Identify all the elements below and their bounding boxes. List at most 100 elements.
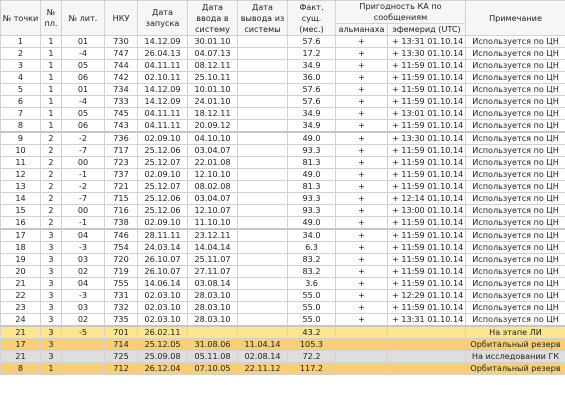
cell-point-no: 7 bbox=[0, 107, 41, 120]
cell-almanac: + bbox=[335, 47, 388, 60]
cell-removal-date: 11.04.14 bbox=[237, 338, 288, 351]
table-body: 1 1 01 730 14.12.09 30.01.10 57.6 + + 13:31 01.1… bbox=[0, 35, 565, 375]
cell-letter-no: -2 bbox=[61, 180, 105, 193]
cell-ephemeris: + 11:59 01.10.14 bbox=[387, 71, 466, 84]
cell-actual-life: 6.3 bbox=[287, 241, 336, 254]
cell-launch-date: 26.12.04 bbox=[137, 362, 188, 375]
cell-launch-date: 24.03.14 bbox=[137, 241, 188, 254]
cell-plane-no: 2 bbox=[40, 216, 62, 230]
cell-ephemeris bbox=[387, 362, 466, 375]
table-row: 6 1 -4 733 14.12.09 24.01.10 57.6 + + 11:59 01.1… bbox=[0, 95, 565, 108]
cell-ephemeris: + 11:59 01.10.14 bbox=[387, 228, 466, 242]
cell-entry-date: 14.04.14 bbox=[187, 241, 238, 254]
cell-note: Используется по ЦН bbox=[465, 47, 565, 60]
header-removal-date: Дата вывода из системы bbox=[237, 0, 288, 36]
table-row: 19 3 03 720 26.10.07 25.11.07 83.2 + + 11:59 01.… bbox=[0, 253, 565, 266]
cell-launch-date: 04.11.11 bbox=[137, 107, 188, 120]
cell-actual-life: 93.3 bbox=[287, 192, 336, 205]
cell-entry-date: 03.04.07 bbox=[187, 192, 238, 205]
cell-entry-date: 10.01.10 bbox=[187, 83, 238, 96]
cell-point-no: 8 bbox=[0, 362, 41, 375]
cell-removal-date bbox=[237, 47, 288, 60]
cell-entry-date: 08.12.11 bbox=[187, 59, 238, 72]
table-row: 3 1 05 744 04.11.11 08.12.11 34.9 + + 11:59 01.1… bbox=[0, 59, 565, 72]
cell-letter-no: 04 bbox=[61, 228, 105, 242]
cell-point-no: 21 bbox=[0, 325, 41, 339]
cell-nku: 733 bbox=[104, 95, 138, 108]
cell-entry-date: 28.03.10 bbox=[187, 313, 238, 327]
cell-removal-date bbox=[237, 301, 288, 314]
table-row: 8 1 712 26.12.04 07.10.05 22.11.12 117.2 Орбита… bbox=[0, 362, 565, 375]
cell-actual-life: 34.9 bbox=[287, 107, 336, 120]
cell-letter-no: -7 bbox=[61, 192, 105, 205]
cell-plane-no: 3 bbox=[40, 241, 62, 254]
cell-note: Используется по ЦН bbox=[465, 59, 565, 72]
cell-note: Используется по ЦН bbox=[465, 301, 565, 314]
cell-removal-date bbox=[237, 204, 288, 217]
cell-actual-life: 55.0 bbox=[287, 313, 336, 327]
cell-letter-no: -3 bbox=[61, 241, 105, 254]
cell-note: Используется по ЦН bbox=[465, 71, 565, 84]
cell-point-no: 17 bbox=[0, 338, 41, 351]
cell-removal-date bbox=[237, 192, 288, 205]
cell-note: Используется по ЦН bbox=[465, 35, 565, 48]
cell-nku: 746 bbox=[104, 228, 138, 242]
cell-removal-date bbox=[237, 265, 288, 278]
cell-plane-no: 1 bbox=[40, 119, 62, 133]
cell-note: Используется по ЦН bbox=[465, 204, 565, 217]
cell-actual-life: 3.6 bbox=[287, 277, 336, 290]
cell-actual-life: 43.2 bbox=[287, 325, 336, 339]
cell-plane-no: 1 bbox=[40, 59, 62, 72]
cell-almanac: + bbox=[335, 156, 388, 169]
cell-note: Орбитальный резерв bbox=[465, 362, 565, 375]
cell-letter-no: 05 bbox=[61, 107, 105, 120]
cell-launch-date: 04.11.11 bbox=[137, 59, 188, 72]
cell-nku: 742 bbox=[104, 71, 138, 84]
cell-actual-life: 17.2 bbox=[287, 47, 336, 60]
cell-note: Используется по ЦН bbox=[465, 83, 565, 96]
cell-plane-no: 1 bbox=[40, 71, 62, 84]
cell-letter-no: -7 bbox=[61, 144, 105, 157]
cell-actual-life: 83.2 bbox=[287, 265, 336, 278]
cell-point-no: 6 bbox=[0, 95, 41, 108]
cell-almanac: + bbox=[335, 301, 388, 314]
cell-removal-date bbox=[237, 313, 288, 327]
table-row: 15 2 00 716 25.12.06 12.10.07 93.3 + + 13:00 01.… bbox=[0, 204, 565, 217]
table-row: 9 2 -2 736 02.09.10 04.10.10 49.0 + + 13:30 01.1… bbox=[0, 131, 565, 145]
cell-plane-no: 3 bbox=[40, 325, 62, 339]
cell-actual-life: 49.0 bbox=[287, 131, 336, 145]
cell-nku: 738 bbox=[104, 216, 138, 230]
cell-ephemeris: + 13:30 01.10.14 bbox=[387, 131, 466, 145]
cell-launch-date: 02.09.10 bbox=[137, 131, 188, 145]
cell-actual-life: 81.3 bbox=[287, 180, 336, 193]
cell-nku: 717 bbox=[104, 144, 138, 157]
header-entry-date: Дата ввода в систему bbox=[187, 0, 238, 36]
cell-letter-no: 00 bbox=[61, 204, 105, 217]
cell-letter-no: 03 bbox=[61, 253, 105, 266]
cell-launch-date: 04.11.11 bbox=[137, 119, 188, 133]
cell-plane-no: 3 bbox=[40, 277, 62, 290]
header-note: Примечание bbox=[465, 0, 565, 36]
cell-removal-date bbox=[237, 95, 288, 108]
cell-point-no: 13 bbox=[0, 180, 41, 193]
cell-point-no: 2 bbox=[0, 47, 41, 60]
cell-note: Используется по ЦН bbox=[465, 119, 565, 133]
table-row: 4 1 06 742 02.10.11 25.10.11 36.0 + + 11:59 01.1… bbox=[0, 71, 565, 84]
table-row: 17 3 04 746 28.11.11 23.12.11 34.0 + + 11:59 01.… bbox=[0, 228, 565, 242]
cell-plane-no: 2 bbox=[40, 204, 62, 217]
cell-entry-date: 22.01.08 bbox=[187, 156, 238, 169]
cell-nku: 747 bbox=[104, 47, 138, 60]
cell-removal-date bbox=[237, 35, 288, 48]
cell-nku: 701 bbox=[104, 325, 138, 339]
cell-launch-date: 25.12.06 bbox=[137, 204, 188, 217]
cell-almanac: + bbox=[335, 119, 388, 133]
cell-entry-date: 23.12.11 bbox=[187, 228, 238, 242]
cell-ephemeris: + 13:00 01.10.14 bbox=[387, 204, 466, 217]
cell-ephemeris bbox=[387, 325, 466, 339]
cell-actual-life: 57.6 bbox=[287, 95, 336, 108]
cell-ephemeris: + 11:59 01.10.14 bbox=[387, 168, 466, 181]
cell-point-no: 18 bbox=[0, 241, 41, 254]
cell-point-no: 1 bbox=[0, 35, 41, 48]
cell-ephemeris: + 13:31 01.10.14 bbox=[387, 313, 466, 327]
cell-note: Используется по ЦН bbox=[465, 265, 565, 278]
